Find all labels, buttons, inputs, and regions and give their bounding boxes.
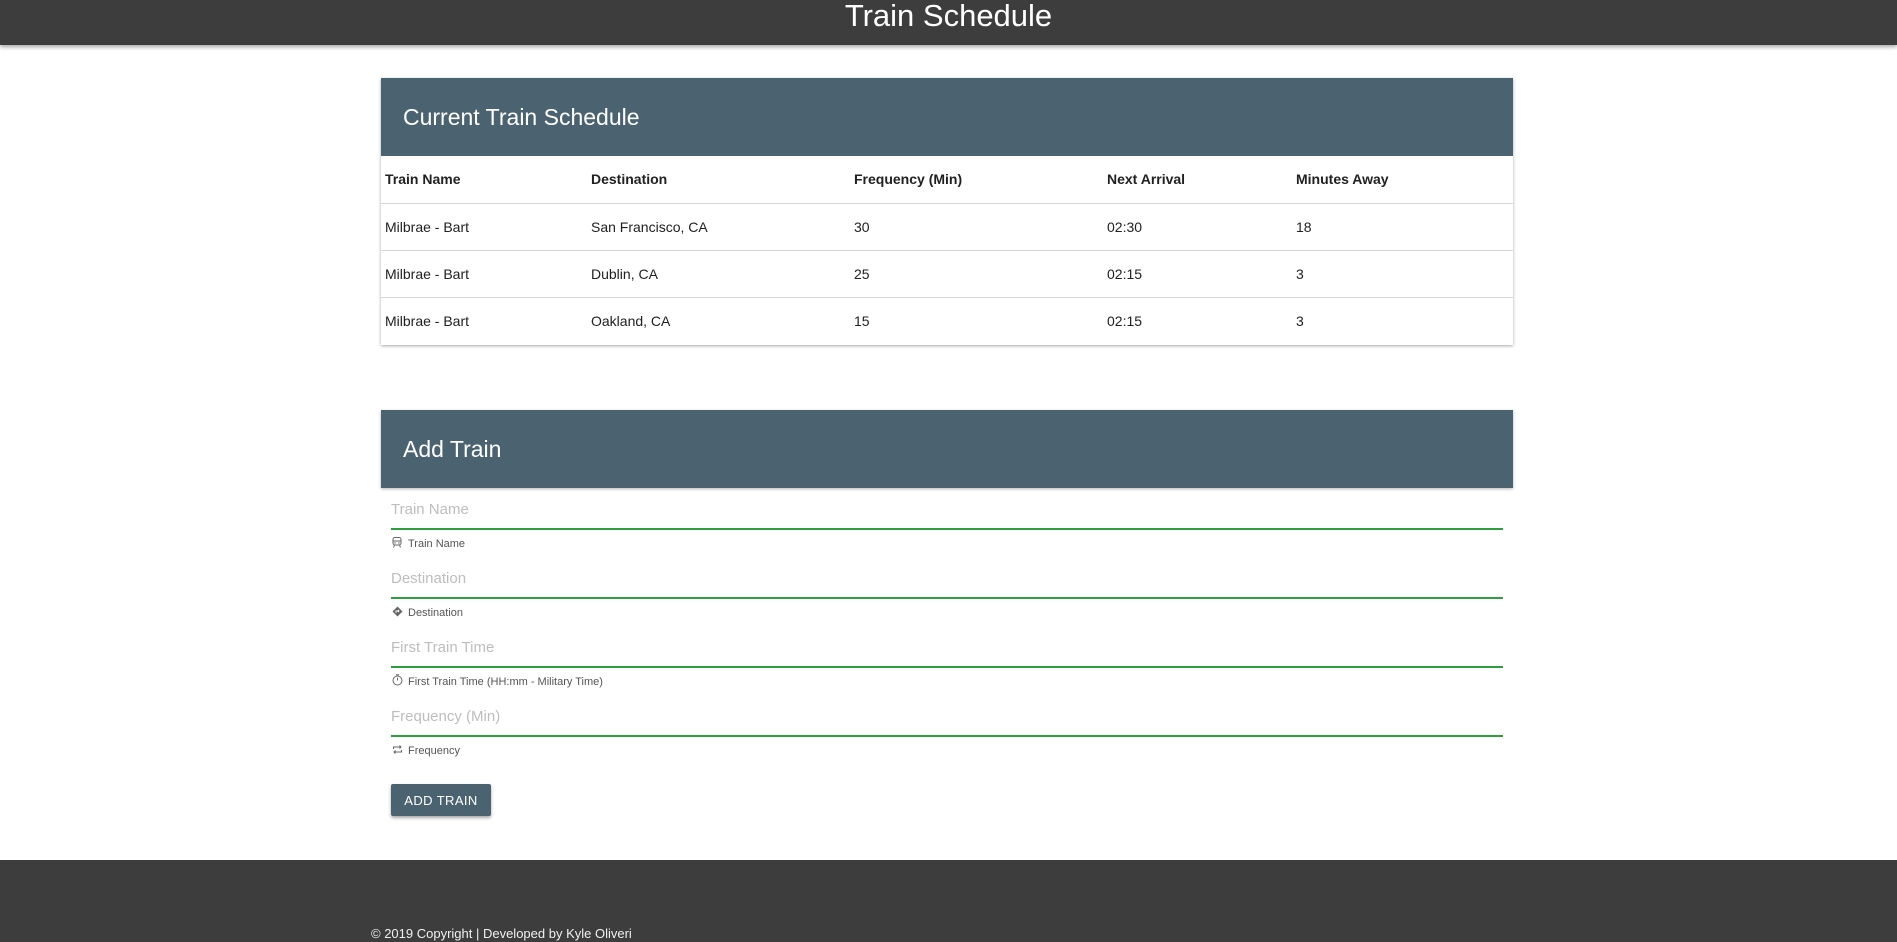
timer-icon — [391, 674, 403, 686]
schedule-card: Current Train Schedule Train Name Destin… — [381, 78, 1513, 345]
column-header-next-arrival: Next Arrival — [1103, 156, 1292, 204]
cell-minutes-away: 3 — [1292, 250, 1513, 298]
first-train-time-helper: First Train Time (HH:mm - Military Time) — [391, 674, 1503, 688]
cell-next-arrival: 02:30 — [1103, 203, 1292, 251]
frequency-helper-text: Frequency — [408, 745, 460, 757]
cell-frequency: 15 — [854, 312, 870, 329]
train-icon — [391, 536, 403, 548]
cell-minutes-away: 3 — [1296, 312, 1304, 329]
destination-input[interactable] — [391, 559, 1503, 599]
first-train-time-input[interactable] — [391, 628, 1503, 668]
cell-destination: San Francisco, CA — [587, 203, 850, 251]
column-header-minutes-away: Minutes Away — [1292, 156, 1513, 204]
schedule-card-title: Current Train Schedule — [403, 103, 640, 130]
destination-helper: Destination — [391, 605, 1503, 619]
first-train-time-helper-text: First Train Time (HH:mm - Military Time) — [408, 676, 603, 688]
add-train-card-title: Add Train — [403, 435, 502, 462]
footer-copyright: © 2019 Copyright | Developed by Kyle Oli… — [371, 926, 632, 941]
cell-next-arrival: 02:15 — [1107, 312, 1143, 329]
first-train-time-field-group: First Train Time (HH:mm - Military Time) — [391, 628, 1503, 697]
train-name-field-group: Train Name — [391, 490, 1503, 559]
cell-frequency: 25 — [850, 250, 1103, 298]
table-row: Milbrae - Bart San Francisco, CA 30 02:3… — [381, 203, 1513, 251]
frequency-field-group: Frequency — [391, 697, 1503, 766]
add-train-button[interactable]: Add Train — [391, 784, 491, 816]
cell-destination: Oakland, CA — [591, 312, 671, 329]
column-header-destination: Destination — [587, 156, 850, 204]
table-row: Milbrae - Bart Oakland, CA 15 02:15 3 — [381, 297, 1513, 344]
table-header-row: Train Name Destination Frequency (Min) N… — [381, 156, 1513, 204]
add-train-card-header: Add Train — [381, 410, 1513, 488]
directions-icon — [391, 605, 403, 617]
cell-minutes-away: 18 — [1292, 203, 1513, 251]
train-name-helper-text: Train Name — [408, 538, 466, 550]
cell-train-name: Milbrae - Bart — [381, 250, 587, 298]
cell-destination: Dublin, CA — [587, 250, 850, 298]
top-navbar: Train Schedule — [0, 0, 1897, 45]
destination-helper-text: Destination — [408, 607, 464, 619]
cell-train-name: Milbrae - Bart — [381, 203, 587, 251]
cell-frequency: 30 — [850, 203, 1103, 251]
cell-train-name: Milbrae - Bart — [385, 312, 470, 329]
cell-next-arrival: 02:15 — [1103, 250, 1292, 298]
page-title: Train Schedule — [844, 0, 1053, 33]
table-row: Milbrae - Bart Dublin, CA 25 02:15 3 — [381, 250, 1513, 298]
frequency-input[interactable] — [391, 697, 1503, 737]
add-train-form: Train Name Destination First Train Time … — [391, 490, 1503, 766]
destination-field-group: Destination — [391, 559, 1503, 628]
train-name-helper: Train Name — [391, 536, 1503, 550]
schedule-table: Train Name Destination Frequency (Min) N… — [381, 156, 1513, 344]
schedule-card-header: Current Train Schedule — [381, 78, 1513, 156]
frequency-helper: Frequency — [391, 743, 1503, 757]
train-name-input[interactable] — [391, 490, 1503, 530]
column-header-train-name: Train Name — [381, 156, 587, 204]
add-train-card: Add Train — [381, 410, 1513, 488]
repeat-icon — [391, 743, 403, 755]
page-footer: © 2019 Copyright | Developed by Kyle Oli… — [0, 860, 1897, 942]
column-header-frequency: Frequency (Min) — [850, 156, 1103, 204]
